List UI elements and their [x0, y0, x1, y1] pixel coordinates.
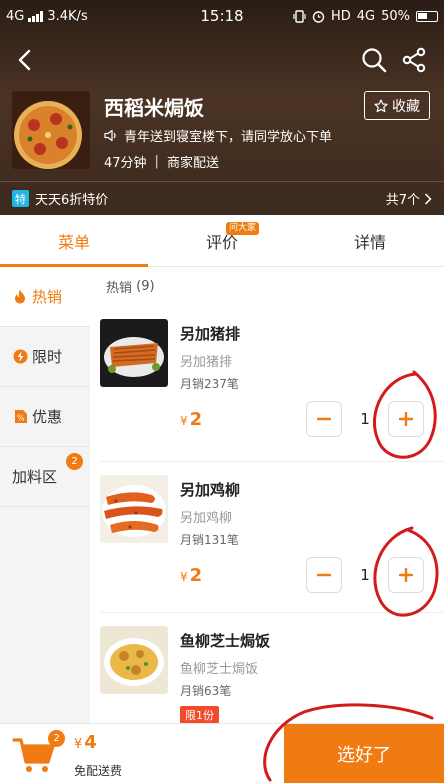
section-header: 热销 (9) [90, 267, 444, 305]
tab-reviews[interactable]: 评价 问大家 [148, 215, 296, 266]
promo-count-label: 共7个 [385, 193, 420, 208]
item-image[interactable] [100, 319, 168, 387]
item-price: ¥2 [180, 409, 202, 430]
promo-tag: 特 [12, 190, 29, 207]
decrease-button[interactable] [306, 557, 342, 593]
store-notice: 青年送到寝室楼下，请同学放心下单 [104, 126, 332, 145]
item-image[interactable] [100, 475, 168, 543]
plus-icon [399, 568, 413, 582]
item-monthly-sales: 月销237笔 [180, 377, 239, 391]
promo-row[interactable]: 特 天天6折特价 共7个 [0, 182, 444, 215]
quantity-value: 1 [360, 566, 370, 584]
hd-label: HD [330, 8, 351, 24]
category-sidebar: 热销 限时 % 优惠 加料区 2 [0, 267, 90, 723]
item-name[interactable]: 另加鸡柳 [180, 479, 240, 500]
currency-symbol: ¥ [74, 737, 83, 752]
delivery-mode: 商家配送 [166, 156, 219, 171]
cart-bar: 2 ¥4 免配送费 选好了 [0, 723, 444, 783]
sidebar-item-hot[interactable]: 热销 [0, 267, 90, 327]
battery-icon [416, 10, 438, 22]
meta-separator: | [154, 154, 159, 169]
sidebar-hot-label: 热销 [32, 288, 63, 306]
svg-text:%: % [16, 414, 24, 423]
status-bar: 4G 3.4K/s 15:18 HD 4G 50% [0, 0, 444, 32]
menu-item-fish-rice: 鱼柳芝士焗饭 鱼柳芝士焗饭 月销63笔 限1份 [90, 612, 444, 723]
notice-text: 青年送到寝室楼下，请同学放心下单 [124, 130, 333, 145]
price-value: 2 [189, 409, 203, 430]
delivery-info: 47分钟 | 商家配送 [104, 152, 219, 171]
cart-count-badge: 2 [48, 730, 65, 747]
sidebar-extras-label: 加料区 [12, 468, 58, 486]
free-delivery-note: 免配送费 [74, 764, 123, 778]
store-header: 4G 3.4K/s 15:18 HD 4G 50% 西稻米焗饭 收藏 青年送到寝… [0, 0, 444, 215]
tab-menu[interactable]: 菜单 [0, 215, 148, 267]
item-price: ¥2 [180, 565, 202, 586]
signal-icon [28, 10, 44, 22]
quantity-value: 1 [360, 410, 370, 428]
menu-item-pork: 另加猪排 另加猪排 月销237笔 ¥2 1 [90, 305, 444, 463]
favorite-button[interactable]: 收藏 [364, 91, 430, 120]
tab-menu-label: 菜单 [57, 232, 90, 252]
store-logo [12, 91, 90, 169]
chevron-right-icon [424, 192, 432, 205]
network2-label: 4G [356, 8, 376, 24]
menu-list: 热销 (9) 另加猪排 另加猪排 月销237笔 ¥2 1 另加鸡柳 另加鸡柳 月… [90, 267, 444, 723]
battery-percent: 50% [381, 8, 410, 24]
checkout-button[interactable]: 选好了 [284, 724, 444, 783]
minus-icon [317, 417, 331, 421]
sidebar-item-discount[interactable]: % 优惠 [0, 387, 90, 447]
item-description: 另加鸡柳 [180, 511, 233, 526]
tab-details-label: 详情 [353, 232, 386, 252]
item-monthly-sales: 月销131笔 [180, 533, 239, 547]
speaker-icon [104, 129, 116, 142]
plus-icon [399, 412, 413, 426]
favorite-label: 收藏 [392, 98, 420, 115]
promo-text: 天天6折特价 [35, 193, 109, 208]
item-name[interactable]: 另加猪排 [180, 323, 240, 344]
sidebar-limited-label: 限时 [32, 348, 63, 366]
delivery-time: 47分钟 [104, 156, 147, 171]
quantity-stepper: 1 [306, 557, 424, 593]
item-image[interactable] [100, 626, 168, 694]
minus-icon [317, 573, 331, 577]
vibrate-icon [293, 9, 306, 23]
network-label: 4G [6, 8, 25, 24]
total-value: 4 [84, 732, 97, 753]
currency-symbol: ¥ [180, 414, 188, 428]
promo-count: 共7个 [386, 189, 432, 208]
tab-details[interactable]: 详情 [296, 215, 444, 266]
search-icon[interactable] [360, 46, 388, 74]
item-description: 另加猪排 [180, 355, 233, 370]
sidebar-item-limited[interactable]: 限时 [0, 327, 90, 387]
menu-item-chicken: 另加鸡柳 另加鸡柳 月销131笔 ¥2 1 [90, 461, 444, 619]
share-icon[interactable] [400, 46, 428, 74]
decrease-button[interactable] [306, 401, 342, 437]
lightning-icon [12, 349, 28, 365]
tab-bar: 菜单 评价 问大家 详情 [0, 215, 444, 267]
section-count: (9) [136, 278, 155, 294]
item-description: 鱼柳芝士焗饭 [180, 662, 259, 677]
cart-total: ¥4 [74, 732, 97, 753]
flame-icon [12, 289, 28, 305]
network-speed: 3.4K/s [47, 8, 88, 24]
currency-symbol: ¥ [180, 570, 188, 584]
price-value: 2 [189, 565, 203, 586]
ask-badge: 问大家 [226, 222, 260, 235]
store-name: 西稻米焗饭 [104, 96, 204, 120]
item-name[interactable]: 鱼柳芝士焗饭 [180, 630, 270, 651]
increase-button[interactable] [388, 557, 424, 593]
checkout-label: 选好了 [337, 745, 391, 766]
section-title: 热销 [106, 280, 133, 296]
limit-badge: 限1份 [180, 706, 219, 723]
star-icon [374, 98, 388, 112]
item-monthly-sales: 月销63笔 [180, 684, 232, 698]
percent-icon: % [12, 409, 28, 425]
extras-count-badge: 2 [66, 453, 83, 470]
sidebar-discount-label: 优惠 [32, 408, 63, 426]
nav-row [0, 40, 444, 80]
back-arrow-icon[interactable] [14, 48, 38, 72]
alarm-icon [312, 10, 325, 23]
quantity-stepper: 1 [306, 401, 424, 437]
increase-button[interactable] [388, 401, 424, 437]
